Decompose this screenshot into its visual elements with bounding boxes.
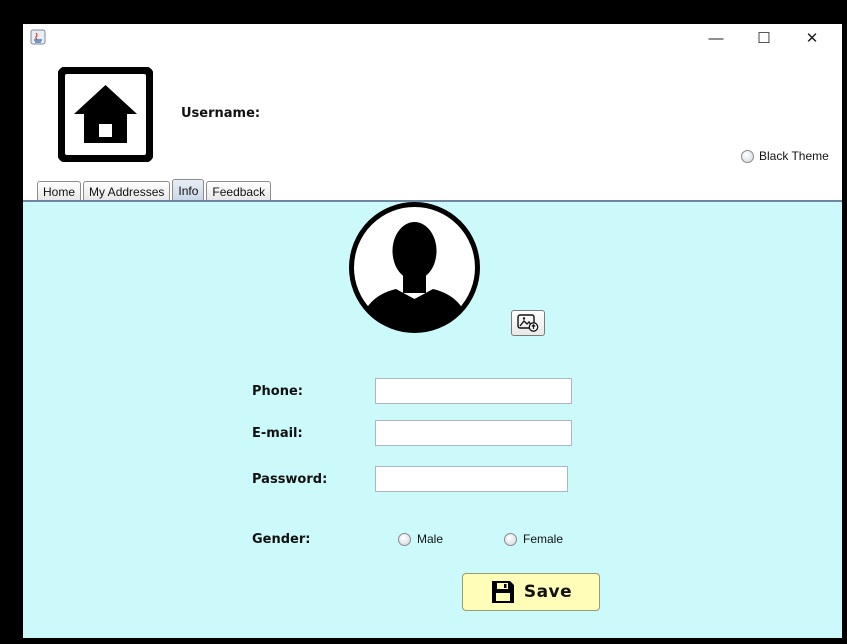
phone-label: Phone: [252,384,303,399]
gender-male-radio[interactable]: Male [398,532,443,546]
title-bar[interactable]: — ☐ ✕ [23,24,842,52]
phone-field[interactable] [375,378,572,404]
image-upload-icon [517,314,539,332]
password-field[interactable] [375,466,568,492]
close-button[interactable]: ✕ [789,24,835,52]
radio-circle-icon [398,532,411,546]
email-field[interactable] [375,420,572,446]
change-photo-button[interactable] [511,310,545,336]
save-button[interactable]: Save [462,573,600,611]
screen-frame-right [842,0,847,644]
maximize-button[interactable]: ☐ [741,24,787,52]
gender-label: Gender: [252,532,311,547]
black-theme-radio[interactable]: Black Theme [741,149,829,163]
radio-circle-icon [504,532,517,546]
username-label: Username: [181,106,261,121]
gender-female-label: Female [523,532,564,546]
tab-info[interactable]: Info [172,179,205,201]
black-theme-label: Black Theme [759,149,829,163]
tab-my-addresses[interactable]: My Addresses [83,181,171,201]
screen-frame-left [0,0,23,644]
gender-male-label: Male [417,532,444,546]
floppy-disk-icon [491,581,514,603]
tab-home[interactable]: Home [37,181,82,201]
save-label: Save [523,582,573,602]
gender-female-radio[interactable]: Female [504,532,563,546]
password-label: Password: [252,472,328,487]
minimize-button[interactable]: — [693,24,739,52]
screen-frame-top [0,0,847,24]
screen-frame-bottom [0,638,847,644]
tab-bar: Home My Addresses Info Feedback [37,177,273,201]
house-icon [58,67,153,162]
tab-feedback[interactable]: Feedback [206,181,272,201]
java-app-icon [30,29,46,45]
radio-circle-icon [741,149,754,163]
user-silhouette-icon [349,202,480,333]
email-label: E-mail: [252,426,303,441]
